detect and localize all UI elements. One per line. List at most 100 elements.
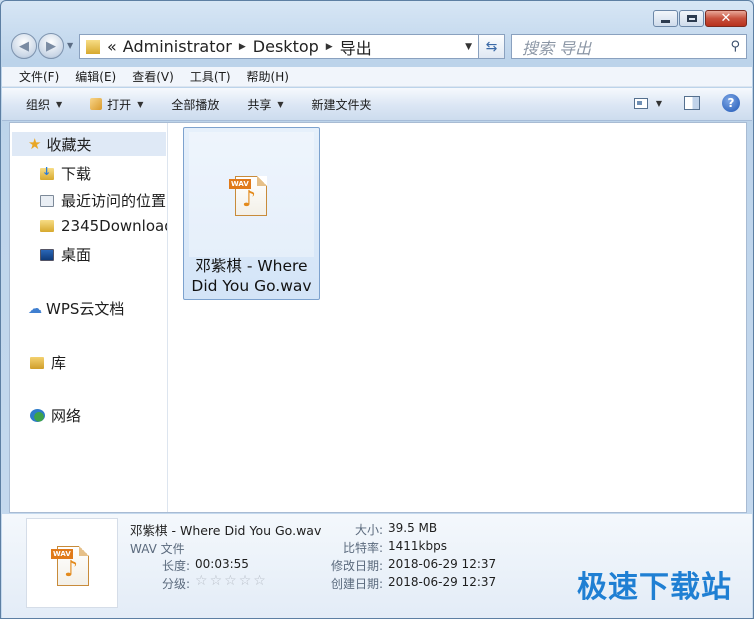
size-value: 39.5 MB: [388, 521, 438, 535]
forward-button[interactable]: ▶: [38, 33, 64, 59]
chevron-right-icon[interactable]: ▶: [239, 42, 246, 52]
sidebar-item-favorites[interactable]: ★ 收藏夹: [12, 132, 166, 156]
maximize-button[interactable]: [679, 10, 704, 27]
sidebar-item-wps-cloud[interactable]: ☁ WPS云文档: [28, 298, 124, 319]
play-all-button[interactable]: 全部播放: [171, 96, 219, 113]
open-button[interactable]: 打开 ▼: [90, 96, 143, 113]
rating-stars[interactable]: ☆ ☆ ☆ ☆ ☆: [195, 574, 268, 588]
play-all-label: 全部播放: [171, 97, 220, 112]
search-input[interactable]: 搜索 导出 ⚲: [511, 34, 747, 59]
back-button[interactable]: ◀: [11, 33, 37, 59]
minimize-button[interactable]: [653, 10, 678, 27]
menu-file[interactable]: 文件(F): [19, 68, 59, 85]
details-thumbnail: WAV ♪: [26, 518, 118, 608]
sidebar-item-label: 最近访问的位置: [61, 192, 167, 210]
organize-button[interactable]: 组织 ▼: [26, 96, 62, 113]
chevron-down-icon: ▼: [56, 99, 63, 109]
recent-places-icon: [40, 194, 54, 207]
sidebar-item-network[interactable]: 网络: [30, 405, 81, 426]
bitrate-label: 比特率:: [342, 541, 383, 555]
breadcrumb-administrator[interactable]: Administrator: [123, 37, 232, 56]
star-empty-icon[interactable]: ☆: [210, 574, 223, 588]
file-name-line2: Did You Go.wav: [191, 277, 312, 295]
chevron-right-icon[interactable]: ▶: [326, 42, 333, 52]
new-folder-button[interactable]: 新建文件夹: [312, 96, 372, 113]
maximize-icon: [686, 15, 697, 22]
breadcrumb-overflow[interactable]: «: [107, 37, 117, 56]
navigation-pane[interactable]: ★ 收藏夹 下载 最近访问的位置 2345Downloads 桌面 ☁ WP: [10, 123, 168, 512]
sidebar-item-label: 桌面: [61, 246, 92, 264]
star-empty-icon[interactable]: ☆: [239, 574, 252, 588]
change-view-icon[interactable]: [633, 97, 648, 109]
breadcrumb-desktop[interactable]: Desktop: [253, 37, 319, 56]
details-pane: WAV ♪ 邓紫棋 - Where Did You Go.wav WAV 文件 …: [2, 514, 752, 618]
sidebar-item-label: 网络: [51, 407, 82, 425]
help-icon[interactable]: ?: [722, 94, 740, 112]
modified-label: 修改日期:: [330, 559, 383, 573]
close-button[interactable]: ✕: [705, 10, 747, 27]
created-label: 创建日期:: [330, 577, 383, 591]
sidebar-item-desktop[interactable]: 桌面: [40, 244, 91, 265]
length-label: 长度:: [161, 559, 190, 573]
view-controls: ▼ ?: [633, 94, 740, 112]
created-value: 2018-06-29 12:37: [388, 575, 497, 589]
address-bar[interactable]: « Administrator ▶ Desktop ▶ 导出 ▼: [79, 34, 479, 59]
refresh-icon: ⇆: [485, 38, 498, 55]
file-thumbnail: WAV ♪: [189, 132, 314, 257]
sidebar-item-label: 2345Downloads: [61, 217, 167, 235]
sidebar-item-label: WPS云文档: [46, 300, 125, 318]
sidebar-item-libraries[interactable]: 库: [30, 352, 66, 373]
star-empty-icon[interactable]: ☆: [253, 574, 266, 588]
sidebar-item-label: 收藏夹: [46, 135, 92, 154]
address-dropdown-icon[interactable]: ▼: [465, 42, 472, 52]
watermark-text: 极速下载站: [577, 570, 732, 605]
menu-bar: 文件(F) 编辑(E) 查看(V) 工具(T) 帮助(H): [2, 67, 752, 87]
downloads-folder-icon: [40, 165, 54, 180]
sidebar-item-label: 下载: [61, 165, 92, 183]
command-bar: 组织 ▼ 打开 ▼ 全部播放 共享 ▼ 新建文件夹 ▼ ?: [2, 88, 752, 121]
file-list[interactable]: WAV ♪ 邓紫棋 - Where Did You Go.wav: [169, 123, 746, 512]
navigation-row: ◀ ▶ ▼ « Administrator ▶ Desktop ▶ 导出 ▼ ⇆…: [9, 32, 747, 62]
sidebar-item-2345downloads[interactable]: 2345Downloads: [40, 217, 167, 235]
folder-icon: [40, 220, 54, 232]
menu-help[interactable]: 帮助(H): [247, 68, 289, 85]
open-icon: [90, 98, 103, 110]
close-icon: ✕: [720, 11, 732, 26]
cloud-icon: ☁: [28, 300, 42, 317]
search-icon[interactable]: ⚲: [730, 39, 740, 54]
bitrate-value: 1411kbps: [388, 539, 447, 553]
organize-label: 组织: [26, 97, 51, 112]
folder-icon: [86, 39, 100, 54]
minimize-icon: [661, 20, 670, 23]
menu-view[interactable]: 查看(V): [132, 68, 174, 85]
arrow-right-icon: ▶: [46, 38, 56, 54]
chevron-down-icon: ▼: [277, 99, 284, 109]
music-note-icon: ♪: [242, 187, 257, 212]
sidebar-item-recent-places[interactable]: 最近访问的位置: [40, 190, 166, 211]
star-empty-icon[interactable]: ☆: [224, 574, 237, 588]
caption-buttons: ✕: [652, 10, 747, 27]
library-icon: [30, 356, 44, 369]
recent-pages-dropdown[interactable]: ▼: [67, 41, 73, 50]
wav-file-icon: WAV ♪: [51, 544, 91, 588]
refresh-button[interactable]: ⇆: [479, 34, 505, 59]
size-label: 大小:: [354, 523, 383, 537]
chevron-down-icon: ▼: [137, 99, 144, 109]
menu-edit[interactable]: 编辑(E): [75, 68, 116, 85]
network-icon: [30, 409, 45, 422]
share-button[interactable]: 共享 ▼: [247, 96, 283, 113]
sidebar-item-downloads[interactable]: 下载: [40, 163, 91, 184]
rating-label: 分级:: [161, 577, 190, 591]
file-item[interactable]: WAV ♪ 邓紫棋 - Where Did You Go.wav: [183, 127, 320, 300]
star-empty-icon[interactable]: ☆: [195, 574, 208, 588]
new-folder-label: 新建文件夹: [311, 97, 372, 112]
file-name-line1: 邓紫棋 - Where: [195, 257, 308, 275]
file-name: 邓紫棋 - Where Did You Go.wav: [184, 256, 319, 296]
preview-pane-icon[interactable]: [684, 96, 700, 110]
music-note-icon: ♪: [64, 557, 79, 582]
menu-tools[interactable]: 工具(T): [190, 68, 231, 85]
modified-value: 2018-06-29 12:37: [388, 557, 497, 571]
view-options-dropdown[interactable]: ▼: [656, 99, 662, 108]
details-file-type: WAV 文件: [130, 542, 185, 556]
breadcrumb-export[interactable]: 导出: [340, 35, 372, 59]
